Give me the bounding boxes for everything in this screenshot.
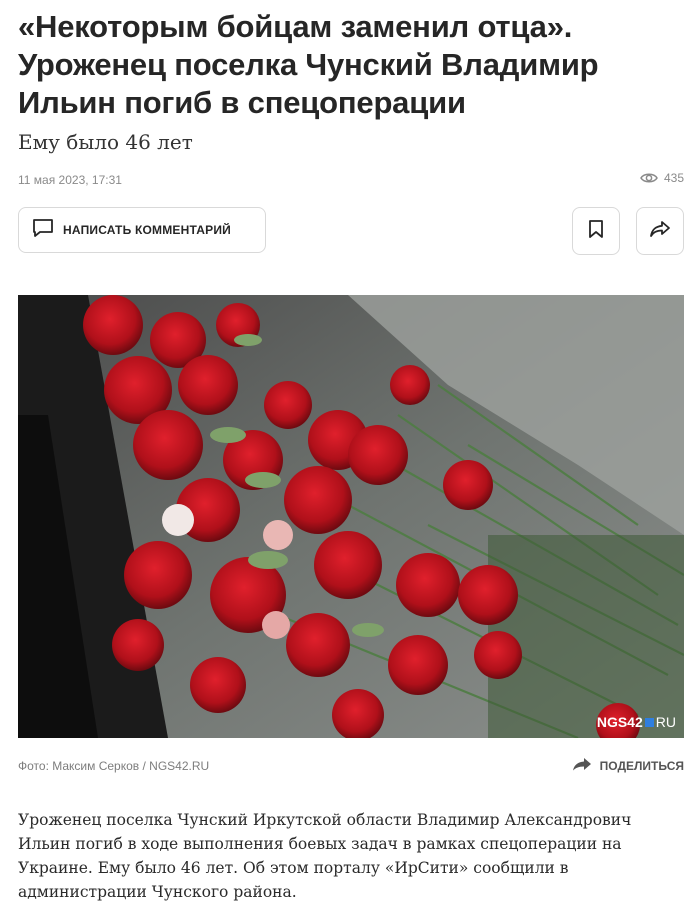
eye-icon xyxy=(640,172,658,184)
watermark-tld: RU xyxy=(655,714,676,730)
article-subtitle: Ему было 46 лет xyxy=(18,130,193,154)
carnations-image xyxy=(18,295,684,738)
views-count: 435 xyxy=(663,171,684,185)
comment-icon xyxy=(32,218,54,243)
share-photo-button[interactable]: ПОДЕЛИТЬСЯ xyxy=(572,757,684,774)
share-button[interactable] xyxy=(636,207,684,255)
article-title: «Некоторым бойцам заменил отца». Урожене… xyxy=(18,9,599,120)
bookmark-button[interactable] xyxy=(572,207,620,255)
article-photo: NGS42 RU xyxy=(18,295,684,738)
photo-caption: Фото: Максим Серков / NGS42.RU xyxy=(18,759,210,773)
watermark-brand: NGS42 xyxy=(596,714,643,730)
photo-watermark: NGS42 RU xyxy=(597,714,676,730)
share-label: ПОДЕЛИТЬСЯ xyxy=(599,758,684,773)
publish-date: 11 мая 2023, 17:31 xyxy=(18,173,122,187)
article-body: Уроженец поселка Чунский Иркутской облас… xyxy=(18,811,632,901)
share-icon xyxy=(649,220,671,243)
bookmark-icon xyxy=(588,219,604,244)
views-counter: 435 xyxy=(640,171,684,185)
share-arrow-icon xyxy=(572,757,592,774)
write-comment-label: НАПИСАТЬ КОММЕНТАРИЙ xyxy=(63,223,231,237)
write-comment-button[interactable]: НАПИСАТЬ КОММЕНТАРИЙ xyxy=(18,207,266,253)
watermark-square-icon xyxy=(644,717,654,727)
